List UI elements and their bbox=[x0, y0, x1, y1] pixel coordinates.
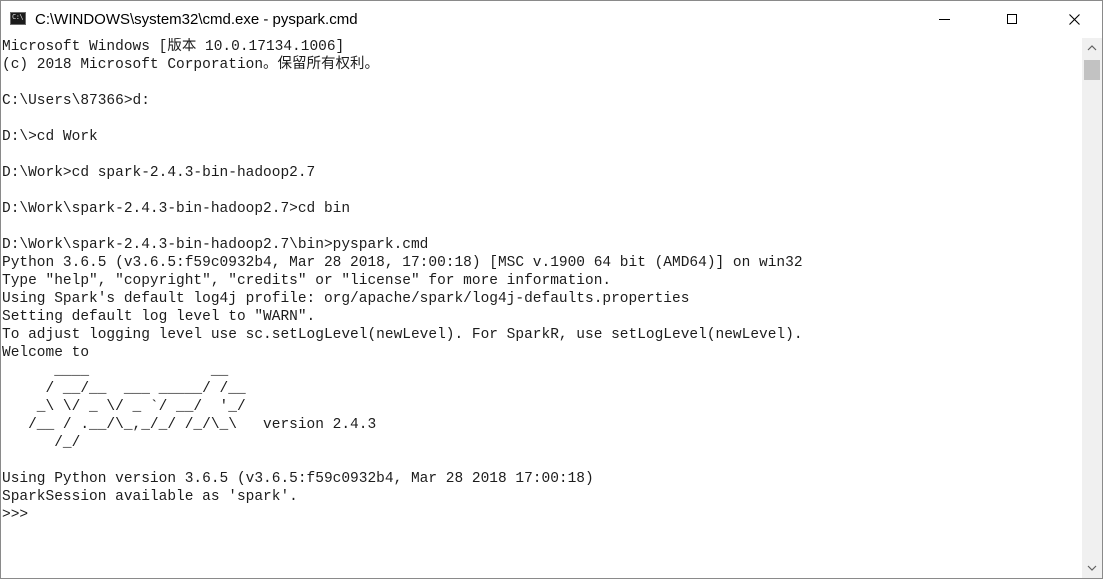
console-line: /__ / .__/\_,_/_/ /_/\_\ version 2.4.3 bbox=[2, 417, 377, 433]
console-line: ____ __ bbox=[2, 363, 229, 379]
console-line: Using Spark's default log4j profile: org… bbox=[2, 291, 690, 307]
chevron-up-icon bbox=[1087, 45, 1097, 51]
console-line: Setting default log level to "WARN". bbox=[2, 309, 316, 325]
console-line: Microsoft Windows [版本 10.0.17134.1006] bbox=[2, 39, 345, 55]
console-line: D:\Work>cd spark-2.4.3-bin-hadoop2.7 bbox=[2, 165, 316, 181]
scroll-thumb[interactable] bbox=[1084, 60, 1100, 80]
close-icon bbox=[1069, 14, 1080, 25]
scroll-up-button[interactable] bbox=[1082, 38, 1102, 58]
close-button[interactable] bbox=[1013, 1, 1102, 38]
console-text: Microsoft Windows [版本 10.0.17134.1006] (… bbox=[1, 38, 1081, 524]
console-line: Using Python version 3.6.5 (v3.6.5:f59c0… bbox=[2, 471, 594, 487]
title-bar[interactable]: C:\ C:\WINDOWS\system32\cmd.exe - pyspar… bbox=[1, 1, 1102, 38]
console-line: / __/__ ___ _____/ /__ bbox=[2, 381, 246, 397]
console-line: D:\>cd Work bbox=[2, 129, 98, 145]
vertical-scrollbar[interactable] bbox=[1082, 38, 1102, 578]
chevron-down-icon bbox=[1087, 565, 1097, 571]
console-line: Python 3.6.5 (v3.6.5:f59c0932b4, Mar 28 … bbox=[2, 255, 803, 271]
cmd-window: C:\ C:\WINDOWS\system32\cmd.exe - pyspar… bbox=[0, 0, 1103, 579]
console-line: C:\Users\87366>d: bbox=[2, 93, 150, 109]
console-line: To adjust logging level use sc.setLogLev… bbox=[2, 327, 803, 343]
console-line: D:\Work\spark-2.4.3-bin-hadoop2.7>cd bin bbox=[2, 201, 351, 217]
cmd-console-icon[interactable]: C:\ bbox=[10, 12, 26, 25]
console-line: D:\Work\spark-2.4.3-bin-hadoop2.7\bin>py… bbox=[2, 237, 429, 253]
minimize-button[interactable] bbox=[921, 1, 967, 38]
console-line: _\ \/ _ \/ _ `/ __/ '_/ bbox=[2, 399, 246, 415]
console-line: (c) 2018 Microsoft Corporation。保留所有权利。 bbox=[2, 57, 380, 73]
console-output[interactable]: Microsoft Windows [版本 10.0.17134.1006] (… bbox=[1, 38, 1081, 578]
minimize-icon bbox=[939, 19, 950, 20]
window-title: C:\WINDOWS\system32\cmd.exe - pyspark.cm… bbox=[35, 11, 358, 28]
console-line: >>> bbox=[2, 507, 29, 523]
app-icon-label: C:\ bbox=[12, 13, 24, 21]
console-line: Type "help", "copyright", "credits" or "… bbox=[2, 273, 612, 289]
console-line: /_/ bbox=[2, 435, 81, 451]
console-line: Welcome to bbox=[2, 345, 90, 361]
scroll-down-button[interactable] bbox=[1082, 558, 1102, 578]
maximize-button[interactable] bbox=[967, 1, 1017, 38]
console-line: SparkSession available as 'spark'. bbox=[2, 489, 298, 505]
